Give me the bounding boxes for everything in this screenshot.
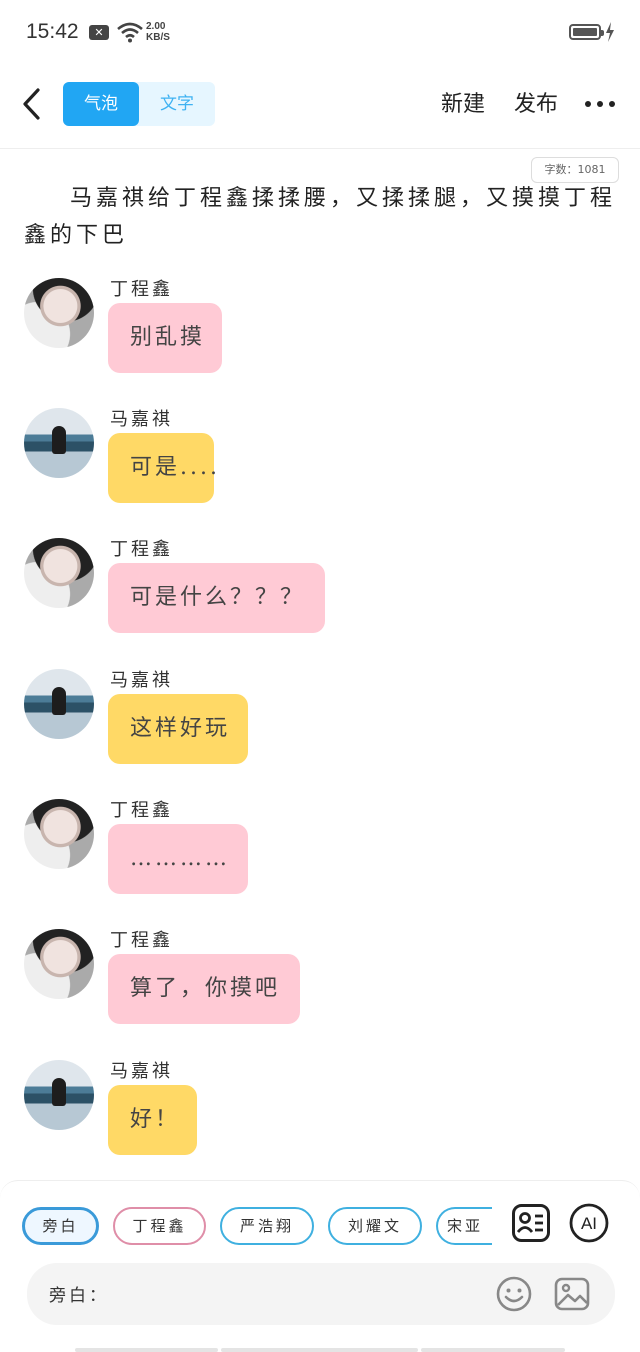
scroll-indicator bbox=[75, 1348, 218, 1352]
more-dots-icon[interactable] bbox=[585, 101, 615, 109]
message-bubble[interactable]: 这样好玩 bbox=[108, 694, 248, 764]
message-bubble[interactable]: ………… bbox=[108, 824, 248, 894]
ai-label: AI bbox=[581, 1214, 597, 1233]
notification-x-icon: ✕ bbox=[89, 25, 109, 40]
back-chevron-icon[interactable] bbox=[18, 84, 48, 124]
top-app-bar: 气泡 文字 新建 发布 bbox=[0, 66, 640, 149]
message-input[interactable]: 旁白： bbox=[27, 1263, 615, 1325]
avatar[interactable] bbox=[24, 408, 94, 478]
message-bubble[interactable]: 别乱摸 bbox=[108, 303, 222, 373]
chat-message[interactable]: 马嘉祺 这样好玩 bbox=[0, 666, 640, 786]
role-chip-ding-chengxin[interactable]: 丁程鑫 bbox=[113, 1207, 206, 1245]
chat-message[interactable]: 丁程鑫 ………… bbox=[0, 796, 640, 916]
speaker-name: 丁程鑫 bbox=[110, 539, 173, 560]
narration-text[interactable]: 马嘉祺给丁程鑫揉揉腰，又揉揉腿，又摸摸丁程鑫的下巴 bbox=[24, 180, 616, 254]
avatar[interactable] bbox=[24, 669, 94, 739]
status-bar: 15:42 ✕ 2.00 KB/S bbox=[0, 0, 640, 66]
mode-switch: 气泡 文字 bbox=[63, 82, 215, 126]
avatar[interactable] bbox=[24, 799, 94, 869]
message-bubble[interactable]: 好！ bbox=[108, 1085, 197, 1155]
new-button[interactable]: 新建 bbox=[441, 86, 485, 118]
speaker-name: 马嘉祺 bbox=[110, 409, 173, 430]
message-bubble[interactable]: 可是.... bbox=[108, 433, 217, 503]
speaker-name: 丁程鑫 bbox=[110, 800, 173, 821]
speaker-name: 丁程鑫 bbox=[110, 279, 173, 300]
speaker-name: 丁程鑫 bbox=[110, 930, 173, 951]
chat-message[interactable]: 丁程鑫 可是什么？？？ bbox=[0, 535, 640, 655]
message-bubble[interactable]: 可是什么？？？ bbox=[108, 563, 325, 633]
chat-message[interactable]: 丁程鑫 别乱摸 bbox=[0, 275, 640, 395]
message-bubble[interactable]: 算了，你摸吧 bbox=[108, 954, 300, 1024]
avatar[interactable] bbox=[24, 1060, 94, 1130]
contact-card-icon[interactable] bbox=[511, 1203, 551, 1243]
composer-panel: 旁白 丁程鑫 严浩翔 刘耀文 宋亚 AI 旁白： bbox=[0, 1180, 640, 1352]
role-chip-liu-yaowen[interactable]: 刘耀文 bbox=[328, 1207, 422, 1245]
avatar[interactable] bbox=[24, 278, 94, 348]
input-speaker-label: 旁白： bbox=[49, 1286, 109, 1306]
role-chip-song-ya[interactable]: 宋亚 bbox=[436, 1207, 492, 1245]
image-icon[interactable] bbox=[553, 1275, 591, 1313]
status-time: 15:42 bbox=[26, 20, 79, 43]
battery-icon bbox=[569, 24, 604, 40]
scroll-indicator bbox=[421, 1348, 565, 1352]
network-speed-unit: KB/S bbox=[146, 32, 170, 43]
speaker-name: 马嘉祺 bbox=[110, 1061, 173, 1082]
emoji-icon[interactable] bbox=[495, 1275, 533, 1313]
role-chip-yan-haoxiang[interactable]: 严浩翔 bbox=[220, 1207, 314, 1245]
avatar[interactable] bbox=[24, 538, 94, 608]
network-speed-value: 2.00 bbox=[146, 21, 166, 32]
chat-message[interactable]: 马嘉祺 好！ bbox=[0, 1057, 640, 1177]
chat-message[interactable]: 马嘉祺 可是.... bbox=[0, 405, 640, 525]
wifi-icon bbox=[117, 22, 143, 43]
network-speed: 2.00 KB/S bbox=[146, 21, 170, 43]
tab-bubble[interactable]: 气泡 bbox=[63, 82, 139, 126]
charging-bolt-icon bbox=[606, 22, 614, 42]
role-chip-narrator[interactable]: 旁白 bbox=[22, 1207, 99, 1245]
ai-icon[interactable]: AI bbox=[569, 1203, 609, 1243]
speaker-name: 马嘉祺 bbox=[110, 670, 173, 691]
tab-text[interactable]: 文字 bbox=[139, 82, 215, 126]
avatar[interactable] bbox=[24, 929, 94, 999]
scroll-indicator bbox=[221, 1348, 418, 1352]
chat-message[interactable]: 丁程鑫 算了，你摸吧 bbox=[0, 926, 640, 1046]
publish-button[interactable]: 发布 bbox=[514, 86, 558, 118]
